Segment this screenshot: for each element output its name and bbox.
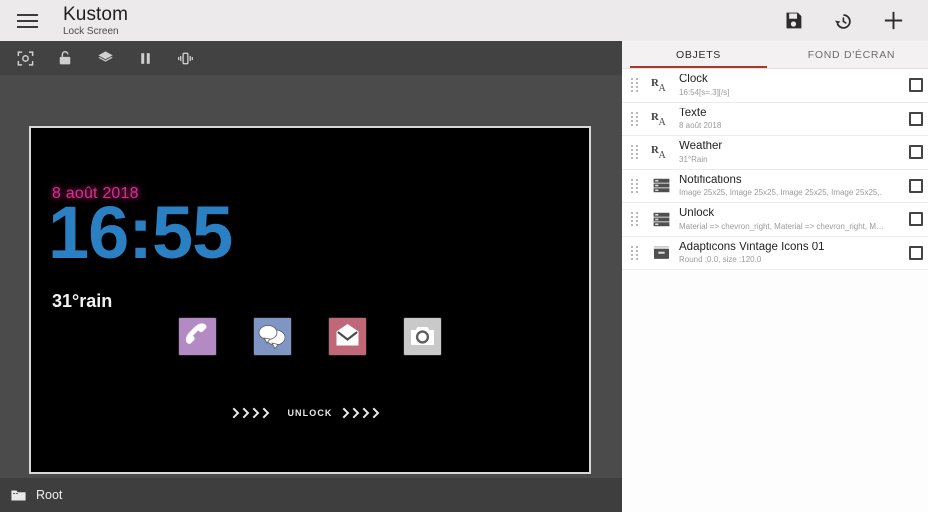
text-layer-icon: R A (650, 74, 672, 96)
messages-icon[interactable] (254, 318, 291, 355)
title-block: Kustom Lock Screen (63, 5, 128, 37)
folder-icon (10, 487, 27, 504)
tab-objets[interactable]: OBJETS (622, 41, 775, 68)
list-item-subtitle: Material => chevron_right, Material => c… (679, 222, 884, 231)
list-item[interactable]: R A Weather 31°Rain (622, 136, 928, 170)
list-item-title: Clock (679, 74, 708, 85)
drag-handle-icon[interactable] (631, 111, 643, 126)
list-item[interactable]: Adapticons Vintage Icons 01 Round :0.0, … (622, 236, 928, 270)
preview-unlock-row[interactable]: UNLOCK (31, 406, 589, 420)
tab-objets-label: OBJETS (675, 48, 722, 61)
preview-area: 8 août 2018 16:55 31°rain UNLOCK (0, 75, 622, 478)
save-icon[interactable] (780, 8, 806, 34)
preview-weather: 31°rain (52, 291, 113, 311)
list-item-text: Notifications Image 25x25, Image 25x25, … (679, 175, 903, 198)
list-item[interactable]: Notifications Image 25x25, Image 25x25, … (622, 169, 928, 203)
chevron-group-left (232, 406, 278, 420)
layers-panel: OBJETS FOND D'ÉCRAN R A Clock 16:54[s=.3… (622, 41, 928, 512)
list-item-title: Notifications (679, 174, 742, 186)
list-item-text: Adapticons Vintage Icons 01 Round :0.0, … (679, 242, 903, 265)
list-item-subtitle: 8 août 2018 (679, 122, 722, 130)
app-title: Kustom (63, 3, 129, 25)
tab-fond-decran-label: FOND D'ÉCRAN (807, 48, 896, 61)
list-item-subtitle: Round :0.0, size :120.0 (679, 256, 762, 264)
editor-toolbar (0, 41, 622, 75)
preview-time: 16:55 (48, 191, 233, 274)
add-icon[interactable] (880, 8, 906, 34)
svg-text:A: A (659, 150, 667, 161)
editor-pane: 8 août 2018 16:55 31°rain UNLOCK Root (0, 41, 622, 512)
unlock-label: UNLOCK (287, 408, 333, 418)
svg-text:A: A (659, 117, 667, 128)
hamburger-icon[interactable] (0, 0, 54, 41)
path-bar[interactable]: Root (0, 478, 622, 512)
layer-list: R A Clock 16:54[s=.3][/s] R A Texte 8 ao… (622, 69, 928, 270)
list-item-checkbox[interactable] (909, 78, 923, 93)
list-item-checkbox[interactable] (909, 145, 923, 160)
mail-icon[interactable] (329, 318, 366, 355)
list-item-subtitle: Image 25x25, Image 25x25, Image 25x25, I… (679, 189, 882, 197)
list-item-text: Weather 31°Rain (679, 141, 903, 164)
kustom-editor-window: Kustom Lock Screen 8 août 2018 16:55 31°… (0, 0, 928, 512)
list-item-subtitle: 16:54[s=.3][/s] (679, 88, 730, 97)
screenshot-icon[interactable] (8, 41, 42, 75)
app-subtitle: Lock Screen (63, 25, 119, 37)
list-item[interactable]: R A Clock 16:54[s=.3][/s] (622, 69, 928, 103)
app-bar-actions (780, 8, 928, 34)
drag-handle-icon[interactable] (631, 145, 643, 160)
chevron-group-right (342, 406, 388, 420)
layers-icon[interactable] (88, 41, 122, 75)
history-icon[interactable] (830, 8, 856, 34)
list-item[interactable]: R A Texte 8 août 2018 (622, 102, 928, 136)
camera-icon[interactable] (404, 318, 441, 355)
list-item-title: Adapticons Vintage Icons 01 (679, 241, 825, 253)
preview-app-icon-row (31, 318, 589, 355)
text-layer-icon: R A (650, 141, 672, 163)
list-item-title: Weather (679, 141, 723, 152)
tab-fond-decran[interactable]: FOND D'ÉCRAN (775, 41, 928, 68)
phone-icon[interactable] (179, 318, 216, 355)
list-item-checkbox[interactable] (909, 245, 923, 260)
list-item-title: Texte (679, 107, 707, 119)
list-item-subtitle: 31°Rain (679, 155, 708, 164)
drag-handle-icon[interactable] (631, 245, 643, 260)
list-item-text: Unlock Material => chevron_right, Materi… (679, 208, 903, 231)
list-item-checkbox[interactable] (909, 212, 923, 227)
lockscreen-preview[interactable]: 8 août 2018 16:55 31°rain UNLOCK (29, 126, 591, 474)
list-item-text: Texte 8 août 2018 (679, 108, 903, 131)
panel-tabs: OBJETS FOND D'ÉCRAN (622, 41, 928, 69)
list-item-checkbox[interactable] (909, 178, 923, 193)
list-item-title: Unlock (679, 208, 715, 219)
hamburger-line (16, 25, 38, 28)
pause-icon[interactable] (128, 41, 162, 75)
hamburger-line (16, 13, 38, 16)
list-item-checkbox[interactable] (909, 111, 923, 126)
text-layer-icon: R A (650, 108, 672, 130)
list-item-text: Clock 16:54[s=.3][/s] (679, 74, 903, 97)
vibrate-icon[interactable] (168, 41, 202, 75)
hamburger-line (16, 19, 38, 22)
path-label: Root (36, 488, 63, 502)
drag-handle-icon[interactable] (631, 178, 643, 193)
svg-text:A: A (659, 83, 667, 94)
overlap-layer-icon (650, 242, 672, 264)
stack-layer-icon (650, 175, 672, 197)
drag-handle-icon[interactable] (631, 78, 643, 93)
list-item[interactable]: Unlock Material => chevron_right, Materi… (622, 203, 928, 237)
app-bar: Kustom Lock Screen (0, 0, 928, 41)
drag-handle-icon[interactable] (631, 212, 643, 227)
unlock-icon[interactable] (48, 41, 82, 75)
stack-layer-icon (650, 208, 672, 230)
